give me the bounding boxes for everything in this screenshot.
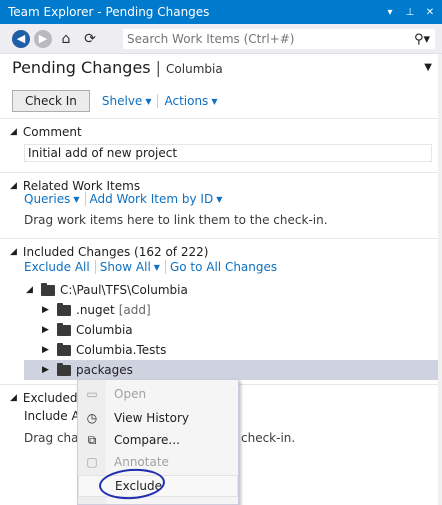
folder-icon <box>57 362 71 376</box>
collapse-triangle-icon: ◢ <box>10 393 17 403</box>
back-arrow-icon[interactable]: ◀ <box>12 29 30 48</box>
divider <box>164 260 166 274</box>
included-links-row: Exclude All Show All ▼ Go to All Changes <box>24 260 277 274</box>
shelve-link[interactable]: Shelve ▼ <box>102 94 152 108</box>
tree-item-columbia[interactable]: ▶ Columbia <box>42 320 133 340</box>
page-subtitle: Columbia <box>166 62 223 76</box>
included-section-header[interactable]: ◢ Included Changes (162 of 222) <box>10 245 208 259</box>
expand-triangle-icon[interactable]: ◢ <box>26 285 36 295</box>
tree-item-label: Columbia.Tests <box>76 343 167 357</box>
search-input[interactable] <box>127 32 409 46</box>
chevron-down-icon[interactable]: ▼ <box>154 263 160 272</box>
menu-item-exclude[interactable]: Exclude <box>78 475 238 497</box>
folder-icon <box>57 322 71 336</box>
expand-triangle-icon[interactable]: ▶ <box>42 305 52 315</box>
comment-section-header[interactable]: ◢ Comment <box>10 125 82 139</box>
page-title: Pending Changes <box>12 58 151 77</box>
pin-icon[interactable]: ⊥ <box>402 7 418 18</box>
chevron-down-icon: ▼ <box>211 96 218 106</box>
tree-item-label: .nuget <box>76 303 115 317</box>
show-all-link[interactable]: Show All <box>100 260 151 274</box>
refresh-icon[interactable]: ⟳ <box>80 29 100 49</box>
go-to-all-changes-link[interactable]: Go to All Changes <box>170 260 277 274</box>
folder-open-icon: ▭ <box>86 387 98 401</box>
scrollbar[interactable] <box>438 54 442 505</box>
close-icon[interactable]: ✕ <box>422 7 438 18</box>
folder-icon <box>41 282 55 296</box>
related-section-title: Related Work Items <box>22 179 141 193</box>
actions-link[interactable]: Actions ▼ <box>164 94 217 108</box>
menu-item-annotate[interactable]: ▢ Annotate <box>78 451 238 473</box>
divider <box>157 94 159 108</box>
expand-triangle-icon[interactable]: ▶ <box>42 325 52 335</box>
action-row: Check In Shelve ▼ Actions ▼ <box>12 90 225 112</box>
comment-section-title: Comment <box>22 125 82 139</box>
included-section-title: Included Changes (162 of 222) <box>22 245 209 259</box>
tree-item-columbia-tests[interactable]: ▶ Columbia.Tests <box>42 340 166 360</box>
tree-item-label: packages <box>76 363 133 377</box>
window-titlebar: Team Explorer - Pending Changes ▾ ⊥ ✕ <box>0 0 442 24</box>
excluded-hint-right: check-in. <box>241 431 296 445</box>
chevron-down-icon[interactable]: ▼ <box>216 195 222 204</box>
tree-item-root[interactable]: ◢ C:\Paul\TFS\Columbia <box>26 280 188 300</box>
related-links-row: Queries ▼ Add Work Item by ID ▼ <box>24 192 222 206</box>
actions-label: Actions <box>164 94 209 108</box>
window-title: Team Explorer - Pending Changes <box>8 5 210 19</box>
page-header: Pending Changes | Columbia ▼ <box>12 58 432 82</box>
expand-triangle-icon[interactable]: ▶ <box>42 365 52 375</box>
related-section-header[interactable]: ◢ Related Work Items <box>10 179 140 193</box>
folder-icon <box>57 342 71 356</box>
home-icon[interactable]: ⌂ <box>56 29 76 49</box>
menu-item-compare[interactable]: ⧉ Compare... <box>78 429 238 451</box>
collapse-triangle-icon: ◢ <box>10 127 17 137</box>
compare-icon: ⧉ <box>87 432 97 447</box>
collapse-triangle-icon: ◢ <box>10 247 17 257</box>
include-all-link[interactable]: Include Al <box>24 409 83 423</box>
tree-item-label: Columbia <box>76 323 133 337</box>
queries-link[interactable]: Queries <box>24 192 70 206</box>
tree-item-nuget[interactable]: ▶ .nuget [add] <box>42 300 151 320</box>
forward-arrow-icon[interactable]: ▶ <box>34 29 52 48</box>
menu-item-label: View History <box>114 411 189 425</box>
expand-triangle-icon[interactable]: ▶ <box>42 345 52 355</box>
search-box: ⚲▾ <box>122 28 436 50</box>
menu-item-open[interactable]: ▭ Open <box>78 383 238 405</box>
add-tag: [add] <box>118 303 151 317</box>
tree-item-label: C:\Paul\TFS\Columbia <box>60 283 188 297</box>
collapse-triangle-icon: ◢ <box>10 181 17 191</box>
chevron-down-icon: ▼ <box>145 96 152 106</box>
divider <box>94 260 96 274</box>
header-menu-chevron-icon[interactable]: ▼ <box>424 62 432 73</box>
divider <box>84 192 86 206</box>
menu-item-label: Exclude <box>115 479 163 493</box>
header-separator: | <box>155 58 162 77</box>
menu-item-label: Compare... <box>114 433 180 447</box>
chevron-down-icon[interactable]: ▼ <box>73 195 79 204</box>
folder-icon <box>57 302 71 316</box>
menu-item-label: Annotate <box>114 455 169 469</box>
exclude-all-link[interactable]: Exclude All <box>24 260 90 274</box>
navigation-toolbar: ◀ ▶ ⌂ ⟳ ⚲▾ <box>0 24 442 54</box>
tree-item-packages[interactable]: ▶ packages <box>42 360 133 380</box>
window-dropdown-icon[interactable]: ▾ <box>382 7 398 18</box>
search-icon[interactable]: ⚲▾ <box>409 32 435 47</box>
shelve-label: Shelve <box>101 94 143 108</box>
comment-field[interactable]: Initial add of new project <box>24 144 432 162</box>
menu-item-view-history[interactable]: ◷ View History <box>78 407 238 429</box>
menu-item-label: Open <box>114 387 147 401</box>
add-work-item-link[interactable]: Add Work Item by ID <box>90 192 214 206</box>
context-menu: ▭ Open ◷ View History ⧉ Compare... ▢ Ann… <box>77 379 239 505</box>
history-icon: ◷ <box>86 411 98 425</box>
annotate-icon: ▢ <box>86 455 98 469</box>
related-hint: Drag work items here to link them to the… <box>24 213 328 227</box>
check-in-button[interactable]: Check In <box>12 90 90 112</box>
